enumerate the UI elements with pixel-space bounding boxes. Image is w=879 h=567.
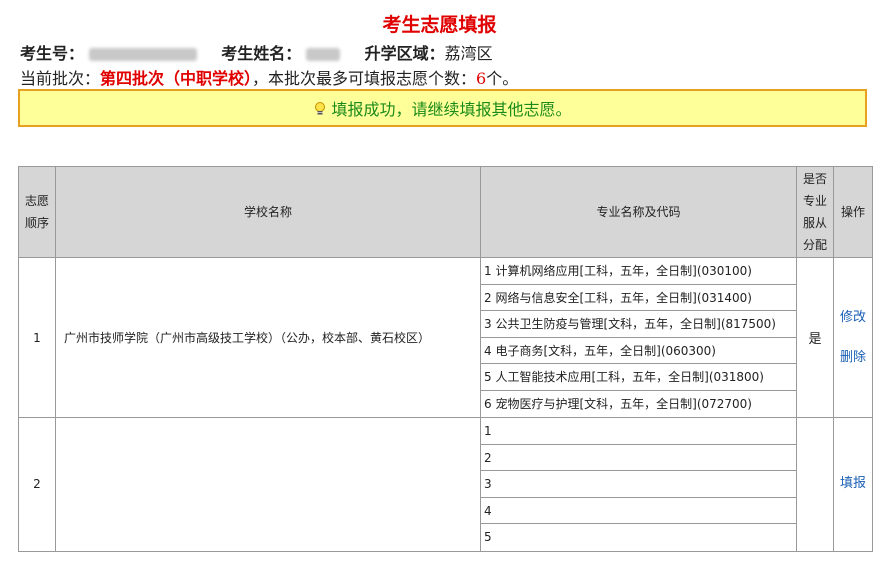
major-item: 3 公共卫生防疫与管理[文科，五年，全日制](817500): [481, 311, 796, 338]
batch-suffix: 个。: [486, 69, 519, 88]
name-label: 考生姓名：: [221, 44, 302, 63]
district-label: 升学区域：: [364, 44, 445, 63]
header-op: 操作: [833, 166, 873, 258]
district-value: 荔湾区: [444, 44, 493, 63]
row-assign: [796, 417, 834, 552]
header-major: 专业名称及代码: [480, 166, 797, 258]
row-majors: 1 计算机网络应用[工科，五年，全日制](030100) 2 网络与信息安全[工…: [480, 257, 797, 418]
major-item: 1 计算机网络应用[工科，五年，全日制](030100): [481, 258, 796, 285]
table-row: 1 广州市技师学院（广州市高级技工学校）（公办，校本部、黄石校区） 1 计算机网…: [18, 257, 873, 418]
name-redacted: [306, 48, 341, 61]
page: 考生志愿填报 考生号： 考生姓名： 升学区域：荔湾区 当前批次：第四批次（中职学…: [0, 0, 879, 567]
table-row: 2 1 2 3 4 5 填报: [18, 417, 873, 552]
major-item: 6 宠物医疗与护理[文科，五年，全日制](072700): [484, 396, 752, 411]
batch-prefix: 当前批次：: [20, 69, 101, 88]
batch-count: 6: [476, 69, 487, 88]
row-school: 广州市技师学院（广州市高级技工学校）（公办，校本部、黄石校区）: [55, 257, 481, 418]
exam-no-label: 考生号：: [20, 44, 85, 63]
row-order: 1: [18, 257, 56, 418]
row-order: 2: [18, 417, 56, 552]
batch-name: 第四批次（中职学校）: [100, 69, 253, 88]
fill-link[interactable]: 填报: [834, 464, 872, 504]
exam-no-redacted: [89, 48, 198, 61]
header-assign: 是否专业服从分配: [796, 166, 834, 258]
modify-link[interactable]: 修改: [834, 298, 872, 338]
batch-info: 当前批次：第四批次（中职学校），本批次最多可填报志愿个数：6个。: [20, 65, 518, 89]
volunteer-table: 志愿顺序 学校名称 专业名称及代码 是否专业服从分配 操作 1 广州市技师学院（…: [18, 166, 873, 552]
major-item: 5 人工智能技术应用[工科，五年，全日制](031800): [481, 364, 796, 391]
major-item: 3: [481, 471, 796, 498]
major-item: 4 电子商务[文科，五年，全日制](060300): [481, 338, 796, 364]
major-item: 4: [481, 498, 796, 524]
header-school: 学校名称: [55, 166, 481, 258]
success-notice: 填报成功，请继续填报其他志愿。: [18, 89, 867, 127]
row-school: [55, 417, 481, 552]
table-header-row: 志愿顺序 学校名称 专业名称及代码 是否专业服从分配 操作: [18, 166, 873, 258]
row-majors: 1 2 3 4 5: [480, 417, 797, 552]
row-assign: 是: [796, 257, 834, 418]
lightbulb-icon: [315, 102, 326, 115]
row-actions: 填报: [833, 417, 873, 552]
row-actions: 修改 删除: [833, 257, 873, 418]
major-item: 5: [484, 530, 492, 544]
major-item: 2 网络与信息安全[工科，五年，全日制](031400): [481, 285, 796, 311]
notice-text: 填报成功，请继续填报其他志愿。: [331, 100, 572, 119]
page-title: 考生志愿填报: [382, 14, 497, 36]
major-item: 2: [481, 445, 796, 471]
batch-middle: ，本批次最多可填报志愿个数：: [252, 69, 477, 88]
header-order: 志愿顺序: [18, 166, 56, 258]
student-info: 考生号： 考生姓名： 升学区域：荔湾区: [20, 40, 493, 64]
major-item: 1: [481, 418, 796, 445]
delete-link[interactable]: 删除: [834, 338, 872, 378]
